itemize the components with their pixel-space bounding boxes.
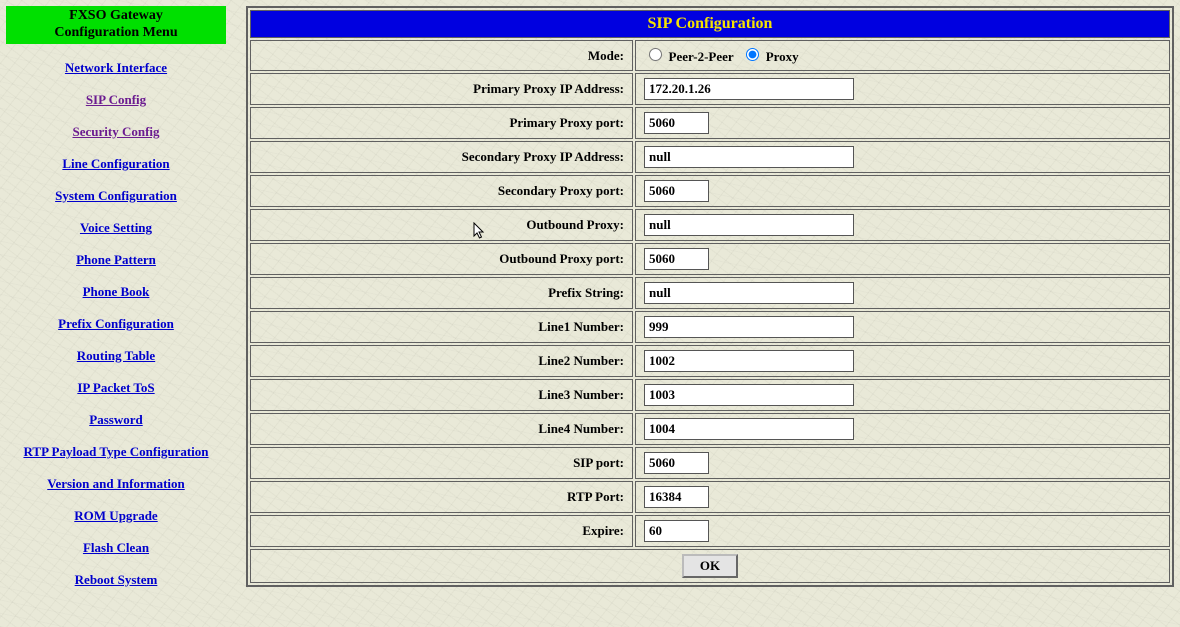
field-cell	[635, 413, 1170, 445]
field-cell	[635, 175, 1170, 207]
config-row: Outbound Proxy:	[250, 209, 1170, 241]
sidebar-header: FXSO Gateway Configuration Menu	[6, 6, 226, 44]
field-cell	[635, 447, 1170, 479]
field-label: Expire:	[250, 515, 633, 547]
field-cell	[635, 481, 1170, 513]
field-label: Line4 Number:	[250, 413, 633, 445]
input-line1-number[interactable]	[644, 316, 854, 338]
input-line4-number[interactable]	[644, 418, 854, 440]
field-cell	[635, 379, 1170, 411]
field-cell	[635, 107, 1170, 139]
field-label: RTP Port:	[250, 481, 633, 513]
sidebar-title-line2: Configuration Menu	[6, 25, 226, 42]
config-row: Secondary Proxy port:	[250, 175, 1170, 207]
input-outbound-proxy[interactable]	[644, 214, 854, 236]
field-cell	[635, 311, 1170, 343]
field-label: SIP port:	[250, 447, 633, 479]
sidebar-link-flash-clean[interactable]: Flash Clean	[6, 540, 226, 556]
mode-label: Mode:	[250, 40, 633, 71]
field-label: Outbound Proxy port:	[250, 243, 633, 275]
mode-field: Peer-2-Peer Proxy	[635, 40, 1170, 71]
field-label: Secondary Proxy port:	[250, 175, 633, 207]
input-prefix-string[interactable]	[644, 282, 854, 304]
field-cell	[635, 73, 1170, 105]
field-cell	[635, 515, 1170, 547]
field-cell	[635, 345, 1170, 377]
sidebar-link-prefix-configuration[interactable]: Prefix Configuration	[6, 316, 226, 332]
input-secondary-proxy-port[interactable]	[644, 180, 709, 202]
field-cell	[635, 141, 1170, 173]
mode-radio-proxy-label[interactable]: Proxy	[766, 49, 799, 64]
config-row: SIP port:	[250, 447, 1170, 479]
config-row: Outbound Proxy port:	[250, 243, 1170, 275]
config-row: Expire:	[250, 515, 1170, 547]
sidebar-link-password[interactable]: Password	[6, 412, 226, 428]
config-row: Prefix String:	[250, 277, 1170, 309]
input-sip-port[interactable]	[644, 452, 709, 474]
field-label: Primary Proxy port:	[250, 107, 633, 139]
sidebar-link-phone-pattern[interactable]: Phone Pattern	[6, 252, 226, 268]
sidebar-link-network-interface[interactable]: Network Interface	[6, 60, 226, 76]
input-primary-proxy-port[interactable]	[644, 112, 709, 134]
page-title: SIP Configuration	[250, 10, 1170, 38]
mode-radio-proxy[interactable]	[746, 48, 759, 61]
sidebar-link-phone-book[interactable]: Phone Book	[6, 284, 226, 300]
sidebar-link-security-config[interactable]: Security Config	[6, 124, 226, 140]
input-rtp-port[interactable]	[644, 486, 709, 508]
config-row: Line1 Number:	[250, 311, 1170, 343]
sidebar-link-line-configuration[interactable]: Line Configuration	[6, 156, 226, 172]
sidebar-link-voice-setting[interactable]: Voice Setting	[6, 220, 226, 236]
mode-radio-p2p-label[interactable]: Peer-2-Peer	[669, 49, 734, 64]
field-label: Line1 Number:	[250, 311, 633, 343]
sidebar-link-reboot-system[interactable]: Reboot System	[6, 572, 226, 588]
sidebar-nav: Network Interface SIP Config Security Conf…	[6, 60, 226, 588]
sidebar-link-rom-upgrade[interactable]: ROM Upgrade	[6, 508, 226, 524]
field-label: Secondary Proxy IP Address:	[250, 141, 633, 173]
input-primary-proxy-ip-address[interactable]	[644, 78, 854, 100]
input-expire[interactable]	[644, 520, 709, 542]
ok-button[interactable]: OK	[682, 554, 738, 578]
config-row: Line4 Number:	[250, 413, 1170, 445]
field-label: Prefix String:	[250, 277, 633, 309]
sidebar-link-system-configuration[interactable]: System Configuration	[6, 188, 226, 204]
config-row: Primary Proxy port:	[250, 107, 1170, 139]
field-cell	[635, 243, 1170, 275]
sidebar-link-version-and-information[interactable]: Version and Information	[6, 476, 226, 492]
input-outbound-proxy-port[interactable]	[644, 248, 709, 270]
field-label: Line3 Number:	[250, 379, 633, 411]
field-label: Primary Proxy IP Address:	[250, 73, 633, 105]
sidebar-link-ip-packet-tos[interactable]: IP Packet ToS	[6, 380, 226, 396]
input-line3-number[interactable]	[644, 384, 854, 406]
config-row: RTP Port:	[250, 481, 1170, 513]
config-row: Line3 Number:	[250, 379, 1170, 411]
main-panel: SIP Configuration Mode: Peer-2-Peer Prox…	[246, 6, 1174, 587]
config-row: Primary Proxy IP Address:	[250, 73, 1170, 105]
field-cell	[635, 277, 1170, 309]
mode-radio-p2p[interactable]	[649, 48, 662, 61]
field-cell	[635, 209, 1170, 241]
sidebar-link-rtp-payload-type-configuration[interactable]: RTP Payload Type Configuration	[6, 444, 226, 460]
sidebar: FXSO Gateway Configuration Menu Network …	[6, 6, 226, 604]
input-line2-number[interactable]	[644, 350, 854, 372]
field-label: Outbound Proxy:	[250, 209, 633, 241]
sidebar-link-routing-table[interactable]: Routing Table	[6, 348, 226, 364]
sidebar-title-line1: FXSO Gateway	[6, 8, 226, 25]
input-secondary-proxy-ip-address[interactable]	[644, 146, 854, 168]
config-row: Line2 Number:	[250, 345, 1170, 377]
field-label: Line2 Number:	[250, 345, 633, 377]
config-row: Secondary Proxy IP Address:	[250, 141, 1170, 173]
config-table: SIP Configuration Mode: Peer-2-Peer Prox…	[246, 6, 1174, 587]
sidebar-link-sip-config[interactable]: SIP Config	[6, 92, 226, 108]
